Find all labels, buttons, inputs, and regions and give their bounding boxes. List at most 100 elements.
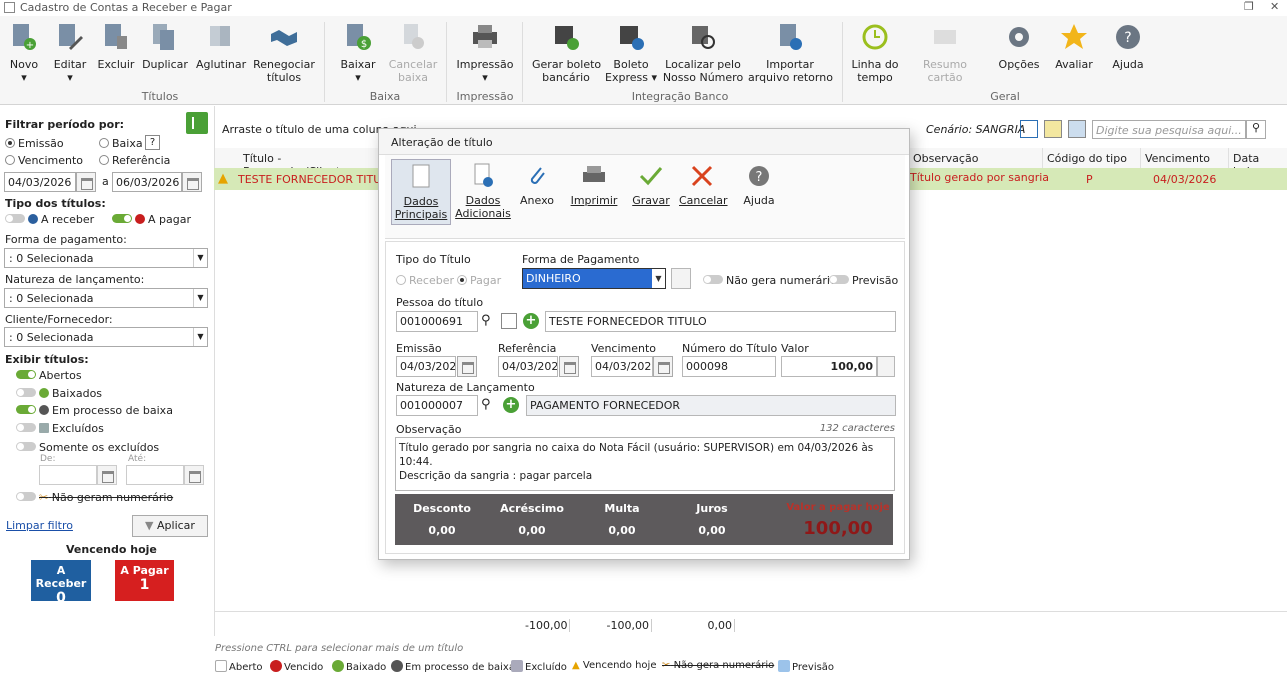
restore-icon[interactable]: ❐ [1244, 0, 1254, 13]
date-from-input[interactable]: 04/03/2026 [4, 172, 76, 192]
dialog-header: Alteração de título [379, 129, 909, 155]
forecast-toggle[interactable]: Previsão [829, 274, 898, 287]
clear-filter-link[interactable]: Limpar filtro [6, 519, 73, 532]
obs-textarea[interactable]: Título gerado por sangria no caixa do No… [395, 437, 895, 491]
deleted-from-input[interactable] [39, 465, 97, 485]
edit-icon[interactable] [501, 313, 517, 329]
attach-button[interactable]: Anexo [517, 163, 557, 207]
period-settle-radio[interactable]: Baixa [99, 137, 143, 150]
search-icon[interactable]: ⚲ [1246, 120, 1266, 139]
ribbon-divider [842, 22, 843, 102]
print-button[interactable]: Impressão ▾ [456, 22, 514, 84]
column-header[interactable]: Título - Fornecedor/Cliente [215, 148, 379, 178]
column-header[interactable]: Observação [909, 148, 1043, 168]
cancel-button[interactable]: Cancelar [679, 163, 728, 207]
calendar-icon[interactable] [184, 465, 204, 485]
collapse-panel-button[interactable] [186, 112, 208, 134]
type-receive-toggle[interactable]: A receber [5, 213, 94, 226]
settle-button[interactable]: $ Baixar ▾ [336, 22, 380, 84]
merge-button[interactable]: Aglutinar [196, 22, 246, 71]
main-data-tab[interactable]: Dados Principais [391, 159, 451, 225]
calendar-icon[interactable] [97, 465, 117, 485]
group-label: Títulos [141, 90, 179, 103]
value-input[interactable]: 100,00 [781, 356, 877, 377]
payment-form-select[interactable]: DINHEIRO [522, 268, 666, 289]
show-deleted-toggle[interactable]: Excluídos [16, 422, 104, 435]
search-input[interactable]: Digite sua pesquisa aqui... [1092, 120, 1246, 139]
boleto-express-button[interactable]: Boleto Express ▾ [604, 22, 658, 84]
calculator-icon[interactable] [877, 356, 895, 377]
period-reference-radio[interactable]: Referência [99, 154, 170, 167]
new-button[interactable]: + Novo ▾ [4, 22, 44, 84]
payment-select[interactable]: : 0 Selecionada ▼ [4, 248, 208, 268]
options-button[interactable]: Opções [996, 22, 1042, 71]
show-processing-toggle[interactable]: Em processo de baixa [16, 404, 173, 417]
find-by-number-button[interactable]: Localizar pelo Nosso Número [662, 22, 744, 84]
type-pay-toggle[interactable]: A pagar [112, 213, 191, 226]
nature-code-input[interactable]: 001000007 [396, 395, 478, 416]
client-select[interactable]: : 0 Selecionada ▼ [4, 327, 208, 347]
type-receive-radio[interactable]: Receber [396, 274, 454, 287]
period-due-radio[interactable]: Vencimento [5, 154, 83, 167]
renegotiate-button[interactable]: Renegociar títulos [252, 22, 316, 84]
receive-tile[interactable]: A Receber 0 [31, 560, 91, 606]
column-header[interactable]: Código do tipo [1043, 148, 1141, 168]
calendar-icon[interactable] [76, 172, 96, 192]
calendar-icon[interactable] [653, 356, 673, 377]
cancel-settle-button[interactable]: Cancelar baixa [386, 22, 440, 84]
trash-icon [39, 423, 49, 433]
export-icon[interactable] [1068, 120, 1086, 138]
date-to-input[interactable]: 06/03/2026 [112, 172, 182, 192]
generate-boleto-button[interactable]: Gerar boleto bancário [532, 22, 601, 84]
help-button[interactable]: ? Ajuda [1106, 22, 1150, 71]
calendar-icon[interactable] [559, 356, 579, 377]
reference-input[interactable]: 04/03/2026 [498, 356, 558, 377]
close-icon[interactable]: ✕ [1270, 0, 1279, 13]
clock-icon [860, 22, 890, 52]
calendar-icon[interactable] [182, 172, 202, 192]
timeline-button[interactable]: Linha do tempo [850, 22, 900, 84]
help-small-button[interactable]: ? [145, 135, 160, 150]
totals-panel: Desconto 0,00 Acréscimo 0,00 Multa 0,00 … [395, 494, 893, 545]
add-person-icon[interactable]: + [523, 313, 539, 329]
nature-name-input[interactable]: PAGAMENTO FORNECEDOR [526, 395, 896, 416]
column-header[interactable]: Data baixa [1229, 148, 1287, 178]
import-return-button[interactable]: Importar arquivo retorno [748, 22, 833, 84]
row-name: TESTE FORNECEDOR TITULO [238, 173, 396, 186]
pay-tile[interactable]: A Pagar 1 [115, 560, 174, 601]
no-number-toggle[interactable]: ✂ Não geram numerário [16, 491, 173, 504]
chevron-down-icon[interactable]: ▼ [652, 269, 665, 288]
delete-button[interactable]: Excluir [96, 22, 136, 71]
nature-select[interactable]: : 0 Selecionada ▼ [4, 288, 208, 308]
emission-input[interactable]: 04/03/2026 [396, 356, 456, 377]
no-number-toggle[interactable]: Não gera numerário [703, 274, 837, 287]
layout-icon[interactable] [1020, 120, 1038, 138]
deleted-to-input[interactable] [126, 465, 184, 485]
print-dialog-button[interactable]: Imprimir [569, 163, 619, 207]
person-code-input[interactable]: 001000691 [396, 311, 478, 332]
show-open-toggle[interactable]: Abertos [16, 369, 82, 382]
add-nature-icon[interactable]: + [503, 397, 519, 413]
calendar-icon[interactable] [457, 356, 477, 377]
barcode-express-icon [616, 22, 646, 52]
save-button[interactable]: Gravar [631, 163, 671, 207]
duplicate-button[interactable]: Duplicar [142, 22, 188, 71]
rate-button[interactable]: Avaliar [1052, 22, 1096, 71]
search-icon[interactable]: ⚲ [481, 397, 491, 412]
show-only-deleted-toggle[interactable]: Somente os excluídos [16, 441, 159, 454]
search-icon[interactable]: ⚲ [481, 313, 491, 328]
person-name-input[interactable]: TESTE FORNECEDOR TITULO [545, 311, 896, 332]
due-input[interactable]: 04/03/2026 [591, 356, 653, 377]
period-emission-radio[interactable]: Emissão [5, 137, 64, 150]
type-pay-radio[interactable]: Pagar [457, 274, 501, 287]
trash-icon[interactable] [671, 268, 691, 289]
columns-icon[interactable] [1044, 120, 1062, 138]
help-dialog-button[interactable]: ? Ajuda [739, 163, 779, 207]
edit-button[interactable]: Editar ▾ [50, 22, 90, 84]
show-settled-toggle[interactable]: Baixados [16, 387, 102, 400]
number-input[interactable]: 000098 [682, 356, 776, 377]
additional-data-tab[interactable]: Dados Adicionais [455, 163, 511, 220]
column-header[interactable]: Vencimento [1141, 148, 1229, 168]
card-summary-button[interactable]: Resumo cartão [906, 22, 984, 84]
apply-button[interactable]: ▼ Aplicar [132, 515, 208, 537]
